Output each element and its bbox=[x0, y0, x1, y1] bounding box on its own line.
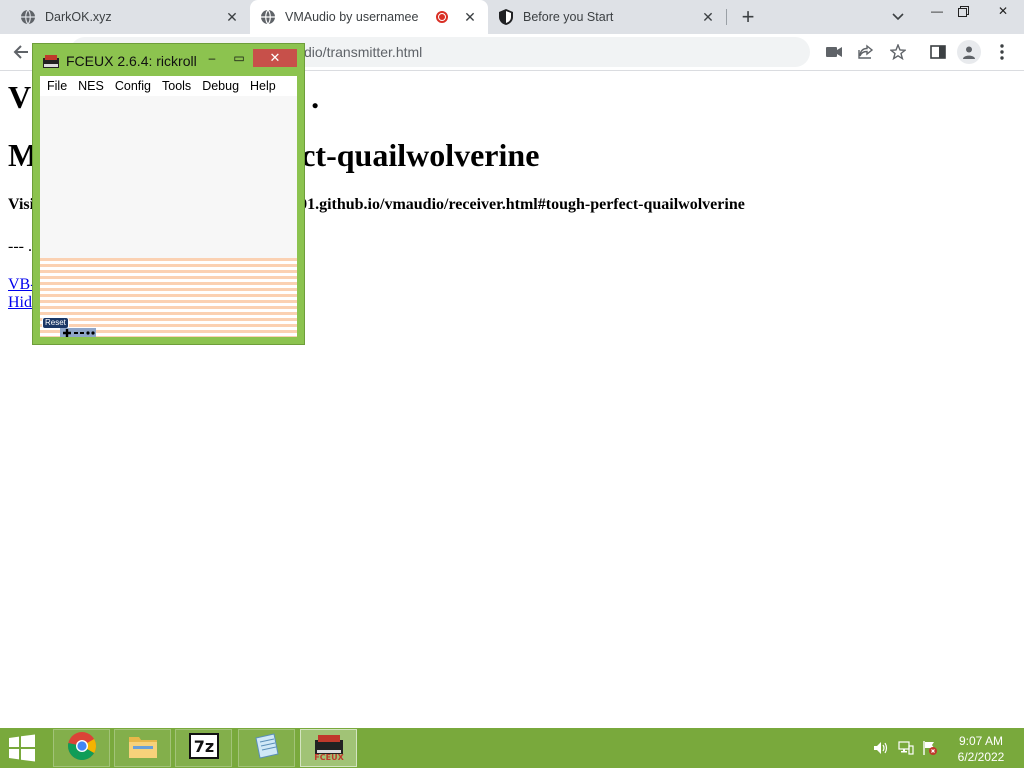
taskbar-clock[interactable]: 9:07 AM 6/2/2022 bbox=[946, 733, 1016, 765]
fceux-titlebar[interactable]: FCEUX 2.6.4: rickroll – ▭ ✕ bbox=[33, 44, 304, 74]
file-explorer-icon bbox=[128, 733, 158, 764]
globe-icon bbox=[20, 9, 36, 25]
new-tab-button[interactable]: + bbox=[736, 4, 760, 29]
menu-dots-icon[interactable] bbox=[991, 41, 1013, 63]
taskbar-file-explorer[interactable] bbox=[114, 729, 171, 767]
windows-start-icon[interactable] bbox=[6, 734, 38, 762]
fceux-menubar: File NES Config Tools Debug Help bbox=[40, 76, 297, 96]
menu-nes[interactable]: NES bbox=[78, 79, 104, 93]
share-icon[interactable] bbox=[855, 41, 877, 63]
fceux-window[interactable]: FCEUX 2.6.4: rickroll – ▭ ✕ File NES Con… bbox=[33, 44, 304, 344]
menu-config[interactable]: Config bbox=[115, 79, 151, 93]
svg-text:7z: 7z bbox=[193, 737, 213, 756]
volume-icon[interactable] bbox=[873, 740, 889, 756]
svg-text:FCEUX: FCEUX bbox=[314, 753, 344, 761]
7zip-icon: 7z bbox=[188, 732, 219, 764]
taskbar: 7z FCEUX 9:07 AM 6/2/2022 bbox=[0, 728, 1024, 768]
window-close-button[interactable]: ✕ bbox=[983, 0, 1023, 22]
shield-icon bbox=[498, 9, 514, 25]
fceux-app-icon bbox=[42, 53, 60, 69]
tab-title: DarkOK.xyz bbox=[45, 10, 112, 24]
menu-file[interactable]: File bbox=[47, 79, 67, 93]
fceux-maximize-button[interactable]: ▭ bbox=[226, 49, 252, 67]
separator-text: --- . bbox=[8, 238, 32, 255]
tab-search-chevron-icon[interactable] bbox=[888, 7, 908, 27]
side-panel-icon[interactable] bbox=[927, 41, 949, 63]
window-restore-button[interactable] bbox=[948, 0, 978, 22]
taskbar-chrome[interactable] bbox=[53, 729, 110, 767]
chrome-icon bbox=[67, 731, 97, 766]
tab-strip: DarkOK.xyz ✕ VMAudio by usernamee ✕ Befo… bbox=[0, 0, 1024, 34]
taskbar-7zip[interactable]: 7z bbox=[175, 729, 232, 767]
tab-divider bbox=[726, 9, 727, 25]
clock-date: 6/2/2022 bbox=[957, 750, 1005, 764]
recording-indicator-icon bbox=[436, 11, 448, 23]
hide-link[interactable]: Hid bbox=[8, 294, 32, 312]
fceux-close-button[interactable]: ✕ bbox=[253, 49, 297, 67]
tab-vmaudio[interactable]: VMAudio by usernamee ✕ bbox=[250, 0, 488, 34]
fceux-icon: FCEUX bbox=[312, 731, 346, 766]
tab-before-you-start[interactable]: Before you Start ✕ bbox=[488, 0, 726, 34]
profile-avatar-icon[interactable] bbox=[957, 40, 981, 64]
camera-icon[interactable] bbox=[823, 41, 845, 63]
close-icon[interactable]: ✕ bbox=[700, 9, 716, 25]
close-icon[interactable]: ✕ bbox=[224, 9, 240, 25]
fceux-minimize-button[interactable]: – bbox=[199, 49, 225, 67]
globe-icon bbox=[260, 9, 276, 25]
back-button[interactable] bbox=[10, 41, 32, 63]
notepad-icon bbox=[252, 732, 282, 765]
tab-title: VMAudio by usernamee bbox=[285, 10, 419, 24]
url-text: dio/transmitter.html bbox=[304, 44, 423, 60]
taskbar-fceux[interactable]: FCEUX bbox=[300, 729, 357, 767]
input-display-icon bbox=[60, 325, 96, 337]
close-icon[interactable]: ✕ bbox=[462, 9, 478, 25]
fceux-game-screen[interactable]: Reset bbox=[40, 96, 297, 337]
clock-time: 9:07 AM bbox=[958, 734, 1004, 748]
menu-help[interactable]: Help bbox=[250, 79, 276, 93]
menu-debug[interactable]: Debug bbox=[202, 79, 239, 93]
tab-title: Before you Start bbox=[523, 10, 614, 24]
taskbar-notepad[interactable] bbox=[238, 729, 295, 767]
bookmark-star-icon[interactable] bbox=[887, 41, 909, 63]
fceux-title: FCEUX 2.6.4: rickroll bbox=[66, 53, 197, 69]
menu-tools[interactable]: Tools bbox=[162, 79, 191, 93]
action-center-alert-icon[interactable] bbox=[922, 740, 938, 756]
tab-darkok[interactable]: DarkOK.xyz ✕ bbox=[0, 0, 250, 34]
vb-link[interactable]: VB- bbox=[8, 276, 36, 294]
network-icon[interactable] bbox=[898, 740, 914, 756]
